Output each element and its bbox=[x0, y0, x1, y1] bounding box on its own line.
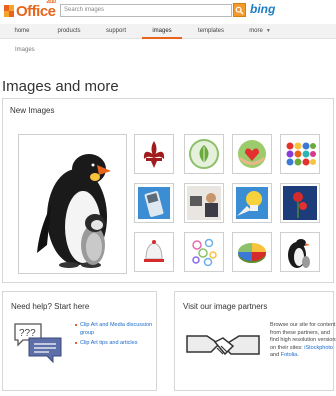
nav-item-products[interactable]: products bbox=[52, 24, 86, 39]
handshake-icon bbox=[186, 335, 260, 356]
search-icon bbox=[235, 6, 244, 14]
help-links: Clip Art and Media discussion group Clip… bbox=[75, 322, 165, 351]
fleur-de-lis-icon bbox=[143, 141, 165, 168]
chat-bubbles-icon: ??? bbox=[14, 323, 62, 364]
thumbnail-2[interactable] bbox=[184, 134, 224, 174]
nav-item-home[interactable]: home bbox=[8, 24, 36, 39]
bell-icon bbox=[144, 240, 164, 262]
istockphoto-link[interactable]: iStockphoto bbox=[304, 345, 333, 351]
featured-image[interactable] bbox=[18, 134, 127, 274]
office-logo[interactable]: Office 2010 bbox=[4, 0, 56, 20]
search-input[interactable]: Search images bbox=[60, 4, 232, 17]
search-button[interactable] bbox=[233, 3, 246, 17]
light-bulb-icon bbox=[236, 187, 268, 219]
help-card-title: Need help? Start here bbox=[11, 302, 90, 311]
nav-item-images[interactable]: images bbox=[142, 24, 182, 39]
thumbnail-3[interactable] bbox=[232, 134, 272, 174]
thumbnail-5[interactable] bbox=[134, 183, 174, 223]
thumbnail-7[interactable] bbox=[232, 183, 272, 223]
breadcrumb[interactable]: Images bbox=[15, 47, 35, 53]
thumbnail-4[interactable] bbox=[280, 134, 320, 174]
green-leaf-circle-icon bbox=[189, 139, 219, 169]
fotolia-link[interactable]: Fotolia bbox=[281, 352, 298, 358]
partners-and: and bbox=[270, 352, 281, 358]
new-images-title: New Images bbox=[10, 106, 55, 115]
office-logo-text: Office 2010 bbox=[16, 0, 56, 20]
thumbnail-11[interactable] bbox=[232, 232, 272, 272]
office-logo-year: 2010 bbox=[46, 0, 56, 5]
nav-more-label: more bbox=[249, 28, 263, 34]
help-link-discussion[interactable]: Clip Art and Media discussion group bbox=[75, 322, 165, 337]
person-at-computer-photo-icon bbox=[187, 186, 221, 220]
top-bar: Office 2010 Search images bing bbox=[0, 0, 336, 22]
partners-end: . bbox=[297, 352, 299, 358]
help-link-tips[interactable]: Clip Art tips and articles bbox=[75, 340, 165, 348]
colored-circles-grid-icon bbox=[286, 142, 316, 166]
new-images-panel: New Images bbox=[2, 98, 334, 283]
nav-item-support[interactable]: support bbox=[100, 24, 132, 39]
penguin-with-chick-icon bbox=[37, 154, 111, 268]
nav-item-templates[interactable]: templates bbox=[192, 24, 230, 39]
partners-text: Browse our site for content from these p… bbox=[270, 322, 336, 360]
main-nav: home products support images templates m… bbox=[0, 24, 336, 39]
caret-down-icon: ▼ bbox=[265, 28, 271, 34]
help-card: Need help? Start here ??? Clip Art and M… bbox=[2, 291, 157, 391]
pie-chart-icon bbox=[238, 243, 266, 263]
thumbnail-6[interactable] bbox=[184, 183, 224, 223]
nav-item-more[interactable]: more ▼ bbox=[240, 24, 280, 39]
penguins-icon bbox=[288, 239, 310, 268]
thumbnail-10[interactable] bbox=[184, 232, 224, 272]
mobile-phone-icon bbox=[138, 187, 170, 219]
page-title: Images and more bbox=[2, 78, 119, 95]
hands-holding-heart-icon bbox=[238, 140, 266, 168]
bubbles-icon bbox=[192, 238, 217, 267]
thumbnail-9[interactable] bbox=[134, 232, 174, 272]
partners-card: Visit our image partners Browse our site… bbox=[174, 291, 336, 391]
bing-logo: bing bbox=[250, 2, 276, 16]
svg-text:???: ??? bbox=[19, 328, 36, 339]
thumbnail-8[interactable] bbox=[280, 183, 320, 223]
thumbnail-1[interactable] bbox=[134, 134, 174, 174]
partners-card-title: Visit our image partners bbox=[183, 302, 268, 311]
office-logo-icon bbox=[4, 5, 14, 17]
thumbnail-12[interactable] bbox=[280, 232, 320, 272]
red-flowers-photo-icon bbox=[283, 186, 317, 220]
